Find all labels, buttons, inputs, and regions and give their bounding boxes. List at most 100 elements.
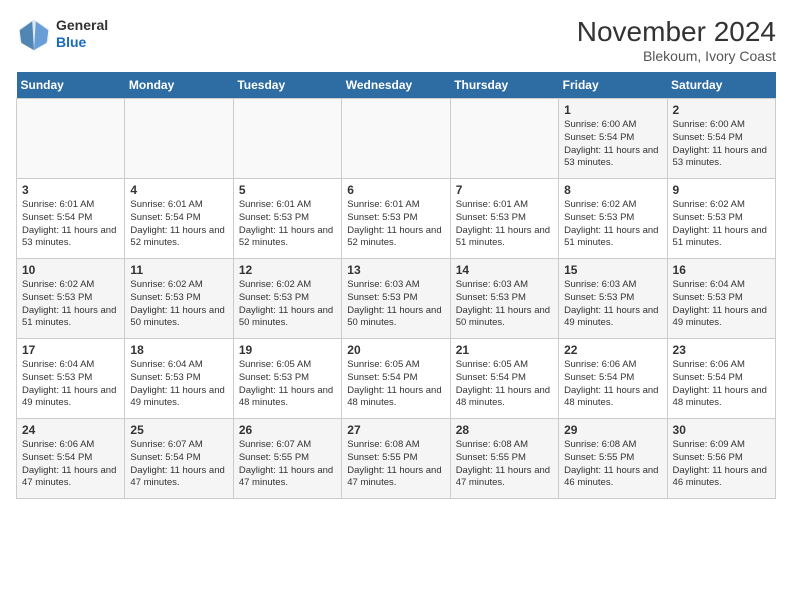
calendar-cell: 26 Sunrise: 6:07 AM Sunset: 5:55 PM Dayli…	[233, 419, 341, 499]
day-info: Sunrise: 6:01 AM Sunset: 5:53 PM Dayligh…	[456, 199, 553, 250]
day-number: 15	[564, 263, 661, 277]
calendar-cell	[342, 99, 450, 179]
calendar-cell: 17Sunrise: 6:04 AM Sunset: 5:53 PM Dayli…	[17, 339, 125, 419]
day-number: 5	[239, 183, 336, 197]
calendar-cell: 11 Sunrise: 6:02 AM Sunset: 5:53 PM Dayli…	[125, 259, 233, 339]
calendar-subtitle: Blekoum, Ivory Coast	[577, 48, 776, 64]
day-info: Sunrise: 6:08 AM Sunset: 5:55 PM Dayligh…	[564, 439, 661, 490]
day-number: 12	[239, 263, 336, 277]
day-info: Sunrise: 6:08 AM Sunset: 5:55 PM Dayligh…	[347, 439, 444, 490]
day-info: Sunrise: 6:06 AM Sunset: 5:54 PM Dayligh…	[22, 439, 119, 490]
day-info: Sunrise: 6:05 AM Sunset: 5:54 PM Dayligh…	[347, 359, 444, 410]
day-number: 27	[347, 423, 444, 437]
day-info: Sunrise: 6:02 AM Sunset: 5:53 PM Dayligh…	[130, 279, 227, 330]
calendar-cell: 22Sunrise: 6:06 AM Sunset: 5:54 PM Dayli…	[559, 339, 667, 419]
weekday-header-tuesday: Tuesday	[233, 72, 341, 99]
day-info: Sunrise: 6:02 AM Sunset: 5:53 PM Dayligh…	[22, 279, 119, 330]
day-info: Sunrise: 6:01 AM Sunset: 5:53 PM Dayligh…	[347, 199, 444, 250]
calendar-cell: 3 Sunrise: 6:01 AM Sunset: 5:54 PM Daylig…	[17, 179, 125, 259]
day-info: Sunrise: 6:06 AM Sunset: 5:54 PM Dayligh…	[673, 359, 770, 410]
day-number: 8	[564, 183, 661, 197]
calendar-cell: 14 Sunrise: 6:03 AM Sunset: 5:53 PM Dayli…	[450, 259, 558, 339]
day-info: Sunrise: 6:03 AM Sunset: 5:53 PM Dayligh…	[564, 279, 661, 330]
day-number: 3	[22, 183, 119, 197]
calendar-cell: 24 Sunrise: 6:06 AM Sunset: 5:54 PM Dayli…	[17, 419, 125, 499]
calendar-cell	[125, 99, 233, 179]
calendar-cell: 15 Sunrise: 6:03 AM Sunset: 5:53 PM Dayli…	[559, 259, 667, 339]
day-number: 2	[673, 103, 770, 117]
page-header: General Blue November 2024 Blekoum, Ivor…	[16, 16, 776, 64]
weekday-header-thursday: Thursday	[450, 72, 558, 99]
calendar-cell: 6Sunrise: 6:01 AM Sunset: 5:53 PM Daylig…	[342, 179, 450, 259]
day-number: 24	[22, 423, 119, 437]
calendar-cell: 20Sunrise: 6:05 AM Sunset: 5:54 PM Dayli…	[342, 339, 450, 419]
day-info: Sunrise: 6:07 AM Sunset: 5:54 PM Dayligh…	[130, 439, 227, 490]
day-number: 11	[130, 263, 227, 277]
week-row-5: 24 Sunrise: 6:06 AM Sunset: 5:54 PM Dayli…	[17, 419, 776, 499]
calendar-cell: 7Sunrise: 6:01 AM Sunset: 5:53 PM Daylig…	[450, 179, 558, 259]
week-row-3: 10 Sunrise: 6:02 AM Sunset: 5:53 PM Dayli…	[17, 259, 776, 339]
calendar-cell: 28 Sunrise: 6:08 AM Sunset: 5:55 PM Dayli…	[450, 419, 558, 499]
day-number: 26	[239, 423, 336, 437]
day-number: 4	[130, 183, 227, 197]
weekday-header-row: SundayMondayTuesdayWednesdayThursdayFrid…	[17, 72, 776, 99]
day-info: Sunrise: 6:04 AM Sunset: 5:53 PM Dayligh…	[673, 279, 770, 330]
week-row-1: 1Sunrise: 6:00 AM Sunset: 5:54 PM Daylig…	[17, 99, 776, 179]
day-info: Sunrise: 6:07 AM Sunset: 5:55 PM Dayligh…	[239, 439, 336, 490]
logo-blue: Blue	[56, 34, 108, 51]
day-info: Sunrise: 6:06 AM Sunset: 5:54 PM Dayligh…	[564, 359, 661, 410]
calendar-cell: 16 Sunrise: 6:04 AM Sunset: 5:53 PM Dayli…	[667, 259, 775, 339]
weekday-header-wednesday: Wednesday	[342, 72, 450, 99]
calendar-cell: 18Sunrise: 6:04 AM Sunset: 5:53 PM Dayli…	[125, 339, 233, 419]
day-number: 16	[673, 263, 770, 277]
day-info: Sunrise: 6:01 AM Sunset: 5:54 PM Dayligh…	[130, 199, 227, 250]
day-number: 28	[456, 423, 553, 437]
calendar-table: SundayMondayTuesdayWednesdayThursdayFrid…	[16, 72, 776, 499]
calendar-cell: 1Sunrise: 6:00 AM Sunset: 5:54 PM Daylig…	[559, 99, 667, 179]
day-info: Sunrise: 6:02 AM Sunset: 5:53 PM Dayligh…	[239, 279, 336, 330]
calendar-cell	[450, 99, 558, 179]
day-info: Sunrise: 6:09 AM Sunset: 5:56 PM Dayligh…	[673, 439, 770, 490]
day-number: 9	[673, 183, 770, 197]
title-block: November 2024 Blekoum, Ivory Coast	[577, 16, 776, 64]
calendar-cell: 19 Sunrise: 6:05 AM Sunset: 5:53 PM Dayli…	[233, 339, 341, 419]
day-number: 25	[130, 423, 227, 437]
calendar-cell: 9 Sunrise: 6:02 AM Sunset: 5:53 PM Daylig…	[667, 179, 775, 259]
day-number: 19	[239, 343, 336, 357]
week-row-4: 17Sunrise: 6:04 AM Sunset: 5:53 PM Dayli…	[17, 339, 776, 419]
day-info: Sunrise: 6:02 AM Sunset: 5:53 PM Dayligh…	[673, 199, 770, 250]
weekday-header-monday: Monday	[125, 72, 233, 99]
logo-general: General	[56, 17, 108, 34]
calendar-cell: 21Sunrise: 6:05 AM Sunset: 5:54 PM Dayli…	[450, 339, 558, 419]
calendar-cell: 4 Sunrise: 6:01 AM Sunset: 5:54 PM Daylig…	[125, 179, 233, 259]
calendar-cell	[17, 99, 125, 179]
day-info: Sunrise: 6:08 AM Sunset: 5:55 PM Dayligh…	[456, 439, 553, 490]
weekday-header-saturday: Saturday	[667, 72, 775, 99]
day-info: Sunrise: 6:03 AM Sunset: 5:53 PM Dayligh…	[347, 279, 444, 330]
calendar-cell: 5 Sunrise: 6:01 AM Sunset: 5:53 PM Daylig…	[233, 179, 341, 259]
day-info: Sunrise: 6:01 AM Sunset: 5:54 PM Dayligh…	[22, 199, 119, 250]
day-info: Sunrise: 6:04 AM Sunset: 5:53 PM Dayligh…	[22, 359, 119, 410]
day-number: 23	[673, 343, 770, 357]
day-info: Sunrise: 6:02 AM Sunset: 5:53 PM Dayligh…	[564, 199, 661, 250]
day-number: 10	[22, 263, 119, 277]
day-info: Sunrise: 6:00 AM Sunset: 5:54 PM Dayligh…	[564, 119, 661, 170]
day-info: Sunrise: 6:00 AM Sunset: 5:54 PM Dayligh…	[673, 119, 770, 170]
calendar-cell: 12 Sunrise: 6:02 AM Sunset: 5:53 PM Dayli…	[233, 259, 341, 339]
calendar-cell: 23 Sunrise: 6:06 AM Sunset: 5:54 PM Dayli…	[667, 339, 775, 419]
logo: General Blue	[16, 16, 108, 52]
day-number: 18	[130, 343, 227, 357]
calendar-cell: 29 Sunrise: 6:08 AM Sunset: 5:55 PM Dayli…	[559, 419, 667, 499]
day-info: Sunrise: 6:01 AM Sunset: 5:53 PM Dayligh…	[239, 199, 336, 250]
calendar-cell: 8 Sunrise: 6:02 AM Sunset: 5:53 PM Daylig…	[559, 179, 667, 259]
calendar-cell: 13Sunrise: 6:03 AM Sunset: 5:53 PM Dayli…	[342, 259, 450, 339]
calendar-cell: 30Sunrise: 6:09 AM Sunset: 5:56 PM Dayli…	[667, 419, 775, 499]
logo-icon	[16, 16, 52, 52]
day-number: 14	[456, 263, 553, 277]
calendar-cell: 25 Sunrise: 6:07 AM Sunset: 5:54 PM Dayli…	[125, 419, 233, 499]
calendar-cell: 10 Sunrise: 6:02 AM Sunset: 5:53 PM Dayli…	[17, 259, 125, 339]
day-info: Sunrise: 6:03 AM Sunset: 5:53 PM Dayligh…	[456, 279, 553, 330]
day-info: Sunrise: 6:05 AM Sunset: 5:53 PM Dayligh…	[239, 359, 336, 410]
day-number: 29	[564, 423, 661, 437]
calendar-cell: 2 Sunrise: 6:00 AM Sunset: 5:54 PM Daylig…	[667, 99, 775, 179]
